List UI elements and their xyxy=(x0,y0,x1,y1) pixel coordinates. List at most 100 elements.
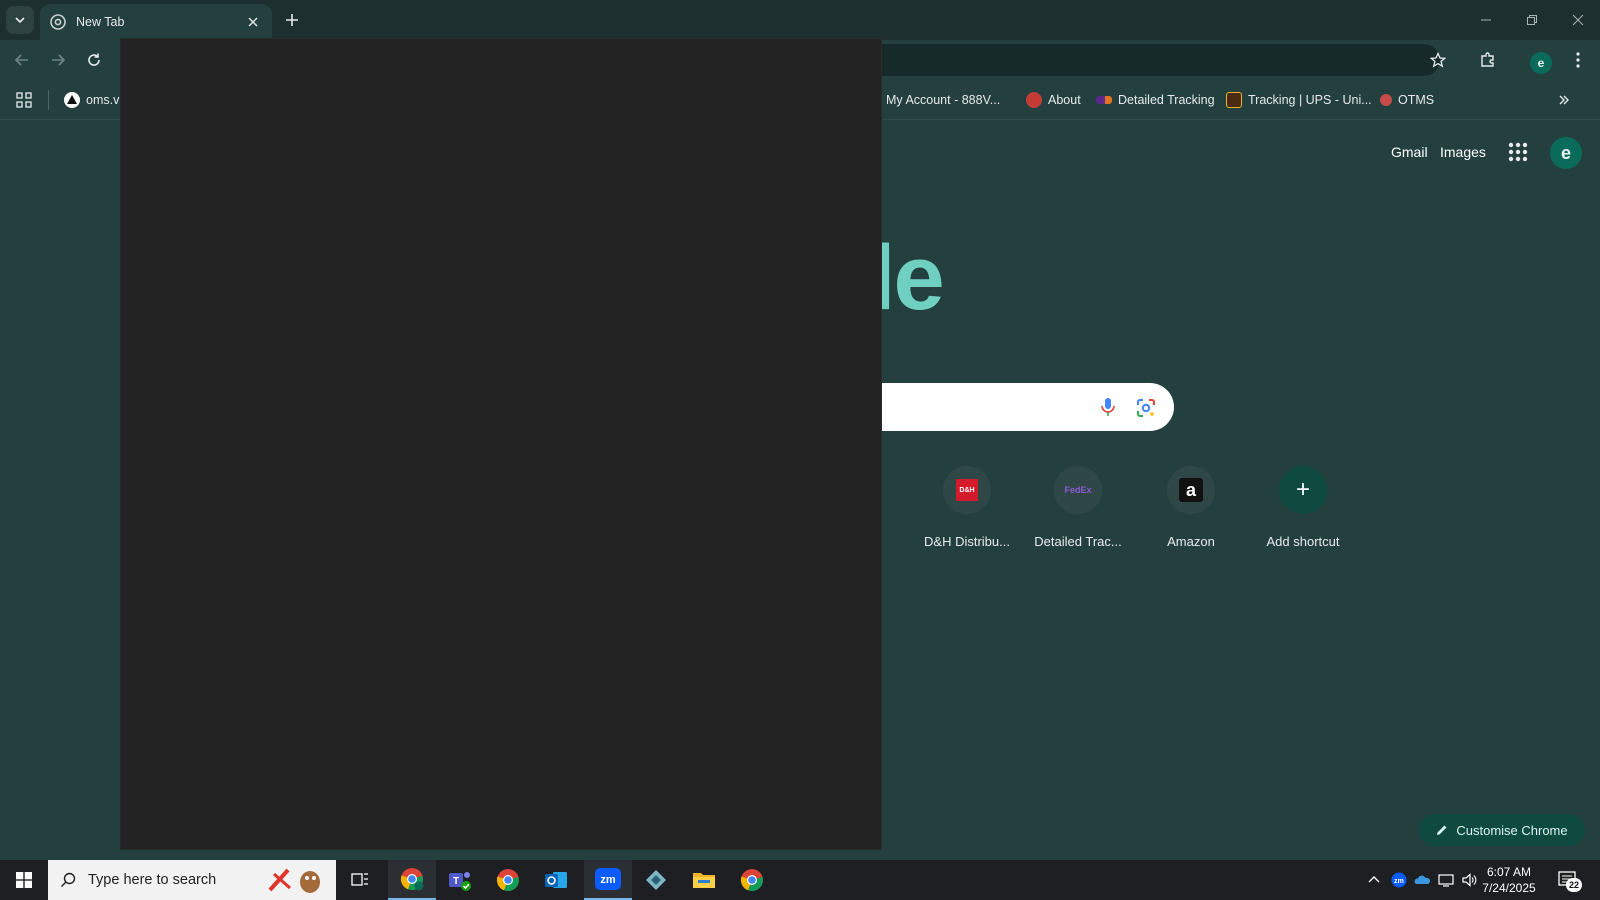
shortcut-icon: D&H xyxy=(943,466,991,514)
taskbar-chrome[interactable] xyxy=(484,860,532,900)
chevron-up-icon[interactable] xyxy=(1366,872,1382,888)
apps-grid-icon xyxy=(16,92,32,108)
taskbar-file-explorer[interactable] xyxy=(680,860,728,900)
arrow-left-icon xyxy=(14,54,28,66)
taskbar-chrome-profile[interactable] xyxy=(388,860,436,900)
bookmark-oms[interactable]: oms.v xyxy=(64,90,119,110)
minimize-button[interactable] xyxy=(1466,6,1506,34)
reload-icon xyxy=(88,53,100,66)
taskbar-chrome-2[interactable] xyxy=(728,860,776,900)
taskbar-app-diamond[interactable] xyxy=(632,860,680,900)
bookmark-about[interactable]: About xyxy=(1026,90,1081,110)
shortcut-dh-distribution[interactable]: D&H D&H Distribu... xyxy=(911,464,1023,564)
tab-close-button[interactable] xyxy=(244,13,262,31)
shortcut-icon: FedEx xyxy=(1054,466,1102,514)
site-favicon-icon xyxy=(1026,92,1042,108)
kebab-menu-icon xyxy=(1576,52,1580,68)
microphone-icon[interactable] xyxy=(1100,397,1116,417)
windows-taskbar: Type here to search T zm zm 6:07 AM 7/24… xyxy=(0,860,1600,900)
extensions-button[interactable] xyxy=(1474,46,1502,74)
fedex-logo-icon: FedEx xyxy=(1064,485,1092,495)
task-view-icon xyxy=(351,873,368,886)
images-link[interactable]: Images xyxy=(1440,144,1486,160)
chrome-icon xyxy=(496,869,519,892)
bookmark-label: OTMS xyxy=(1398,93,1435,107)
star-icon xyxy=(1430,52,1446,68)
tab-new-tab[interactable]: New Tab xyxy=(40,4,272,40)
network-icon[interactable] xyxy=(1438,872,1454,888)
site-favicon-icon xyxy=(1380,94,1392,106)
tab-strip: New Tab xyxy=(0,0,1600,40)
taskbar-search[interactable]: Type here to search xyxy=(48,860,336,900)
profile-avatar-button[interactable]: e xyxy=(1530,52,1552,74)
clock-time: 6:07 AM xyxy=(1486,865,1532,879)
fedex-favicon-icon xyxy=(1096,96,1112,104)
taskbar-zoom[interactable]: zm xyxy=(584,860,632,900)
amazon-logo-icon: a xyxy=(1179,478,1203,502)
clock-date: 7/24/2025 xyxy=(1482,881,1536,895)
shortcut-amazon[interactable]: a Amazon xyxy=(1135,464,1247,564)
task-view-button[interactable] xyxy=(336,860,384,900)
customise-chrome-button[interactable]: Customise Chrome xyxy=(1419,814,1585,846)
teams-icon: T xyxy=(449,872,471,891)
bookmark-label: Tracking | UPS - Uni... xyxy=(1248,93,1372,107)
folder-icon xyxy=(693,873,715,888)
puzzle-icon xyxy=(1481,52,1494,67)
taskbar-outlook[interactable] xyxy=(532,860,580,900)
minimize-icon xyxy=(1481,19,1491,21)
taskbar-clock[interactable]: 6:07 AM 7/24/2025 xyxy=(1472,864,1546,896)
bookmark-detailed-tracking[interactable]: Detailed Tracking xyxy=(1096,90,1215,110)
outlook-icon xyxy=(545,872,567,888)
diamond-app-icon xyxy=(646,870,666,890)
shortcut-icon: + xyxy=(1279,466,1327,514)
bookmark-ups-tracking[interactable]: Tracking | UPS - Uni... xyxy=(1226,90,1372,110)
bookmark-label: Detailed Tracking xyxy=(1118,93,1215,107)
bookmark-star-button[interactable] xyxy=(1424,46,1452,74)
plus-icon: + xyxy=(1295,476,1310,503)
svg-text:T: T xyxy=(453,876,459,887)
apps-shortcut[interactable] xyxy=(16,90,32,110)
search-placeholder: Type here to search xyxy=(88,872,217,888)
pencil-icon xyxy=(1437,825,1447,835)
back-button[interactable] xyxy=(8,46,36,74)
shortcut-add[interactable]: + Add shortcut xyxy=(1247,464,1359,564)
bookmark-label: About xyxy=(1048,93,1081,107)
reload-button[interactable] xyxy=(80,46,108,74)
bookmark-otms[interactable]: OTMS xyxy=(1380,90,1434,110)
bookmarks-overflow-button[interactable] xyxy=(1558,90,1570,110)
taskbar-teams[interactable]: T xyxy=(436,860,484,900)
dh-logo-icon: D&H xyxy=(956,479,978,501)
window-close-button[interactable] xyxy=(1558,6,1598,34)
overlay-panel xyxy=(120,38,882,850)
gmail-link[interactable]: Gmail xyxy=(1391,144,1428,160)
restore-button[interactable] xyxy=(1512,6,1552,34)
double-chevron-right-icon xyxy=(1559,95,1569,105)
zoom-icon: zm xyxy=(595,868,621,890)
shortcut-label: Amazon xyxy=(1167,534,1215,549)
tab-title: New Tab xyxy=(76,15,125,29)
shortcut-detailed-tracking[interactable]: FedEx Detailed Trac... xyxy=(1022,464,1134,564)
bookmark-label: My Account - 888V... xyxy=(886,93,1001,107)
customise-label: Customise Chrome xyxy=(1456,822,1568,838)
shortcut-label: D&H Distribu... xyxy=(924,534,1010,549)
chrome-icon xyxy=(740,869,763,892)
close-icon xyxy=(1572,14,1584,26)
shortcut-label: Add shortcut xyxy=(1266,534,1340,549)
onedrive-icon[interactable] xyxy=(1414,872,1430,888)
notification-count-badge: 22 xyxy=(1566,878,1582,892)
grid-dots-icon xyxy=(1508,142,1528,162)
windows-logo-icon xyxy=(16,872,32,888)
chrome-menu-button[interactable] xyxy=(1564,46,1592,74)
profile-letter: e xyxy=(1537,56,1545,70)
zoom-tray-icon[interactable]: zm xyxy=(1391,872,1407,888)
bookmark-my-account[interactable]: My Account - 888V... xyxy=(872,90,1000,110)
start-button[interactable] xyxy=(0,860,48,900)
account-avatar[interactable]: e xyxy=(1550,137,1582,169)
tab-search-button[interactable] xyxy=(6,6,34,34)
forward-button[interactable] xyxy=(44,46,72,74)
new-tab-button[interactable] xyxy=(280,8,304,32)
plus-icon xyxy=(286,14,298,26)
svg-text:zm: zm xyxy=(600,874,616,886)
google-apps-button[interactable] xyxy=(1506,140,1530,164)
google-lens-icon[interactable] xyxy=(1136,398,1156,418)
